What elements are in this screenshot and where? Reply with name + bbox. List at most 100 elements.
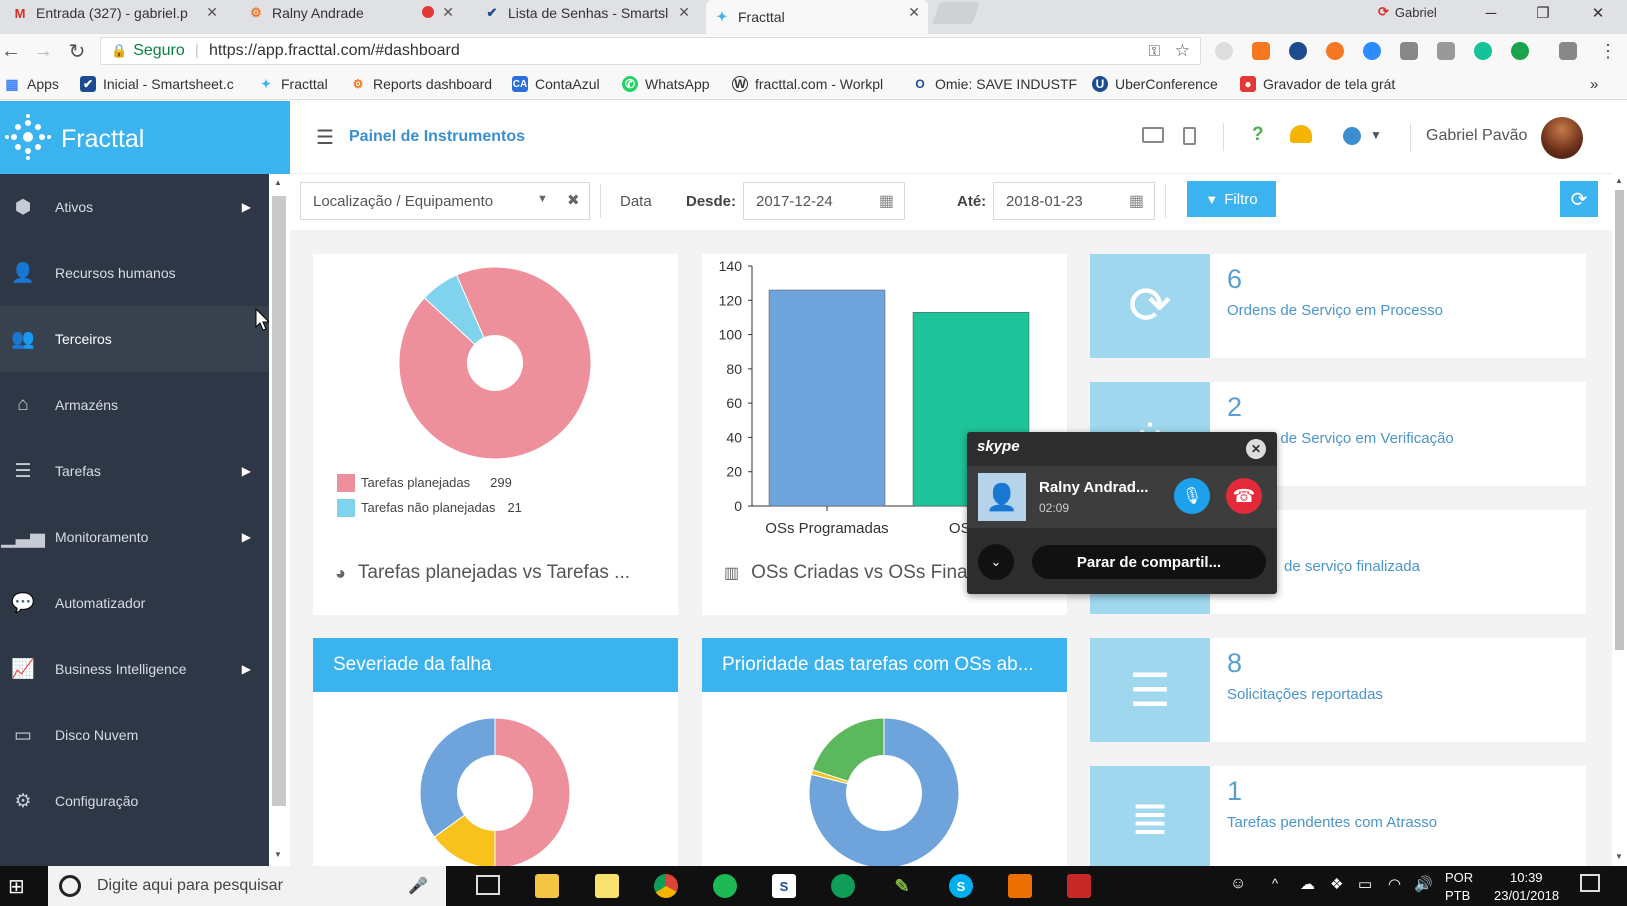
scroll-thumb[interactable] bbox=[272, 196, 286, 806]
sticky-notes-icon[interactable] bbox=[595, 874, 619, 898]
extension-icon[interactable] bbox=[1559, 42, 1577, 60]
extension-icon[interactable] bbox=[1437, 42, 1455, 60]
tablet-icon[interactable] bbox=[1183, 127, 1196, 145]
tab-fracttal[interactable]: ✦ Fracttal ✕ bbox=[706, 0, 928, 34]
stop-sharing-button[interactable]: Parar de compartil... bbox=[1032, 545, 1266, 579]
chrome-menu-icon[interactable]: ⋮ bbox=[1597, 40, 1619, 62]
smartsheet-icon[interactable]: S bbox=[772, 874, 796, 898]
bookmark-apps[interactable]: ▦ Apps bbox=[4, 76, 59, 93]
file-explorer-icon[interactable] bbox=[535, 874, 559, 898]
dropbox-icon[interactable]: ❖ bbox=[1330, 875, 1343, 893]
clock-time[interactable]: 10:39 bbox=[1510, 870, 1543, 885]
people-icon[interactable]: ☺ bbox=[1230, 875, 1246, 893]
clear-icon[interactable]: ✖ bbox=[567, 191, 580, 209]
bookmark-fracttal[interactable]: ✦ Fracttal bbox=[258, 76, 328, 92]
notification-center-icon[interactable] bbox=[1580, 874, 1600, 892]
task-view-icon[interactable] bbox=[476, 875, 500, 895]
calendar-icon[interactable]: ▦ bbox=[1129, 191, 1144, 211]
tab-gmail[interactable]: M Entrada (327) - gabriel.p ✕ bbox=[4, 0, 226, 26]
sidebar-item-ativos[interactable]: ⬢ Ativos ▶ bbox=[0, 174, 269, 240]
kpi-requests[interactable]: ☰ 8 Solicitações reportadas bbox=[1090, 638, 1586, 742]
chevron-up-icon[interactable]: ^ bbox=[1272, 876, 1278, 891]
extension-icon[interactable] bbox=[1474, 42, 1492, 60]
wifi-icon[interactable]: ◠ bbox=[1388, 875, 1401, 893]
kpi-in-process[interactable]: ⟳ 6 Ordens de Serviço em Processo bbox=[1090, 254, 1586, 358]
sidebar-item-disco-nuvem[interactable]: ▭ Disco Nuvem bbox=[0, 702, 269, 768]
onedrive-icon[interactable]: ☁ bbox=[1300, 875, 1315, 893]
app-icon[interactable]: ✎ bbox=[890, 874, 914, 898]
sidebar-item-business-intelligence[interactable]: 📈 Business Intelligence ▶ bbox=[0, 636, 269, 702]
more-bookmarks-icon[interactable]: » bbox=[1590, 76, 1598, 93]
bookmark-smartsheet[interactable]: ✔ Inicial - Smartsheet.c bbox=[80, 76, 234, 92]
dashboard-gauge-icon[interactable] bbox=[1290, 125, 1312, 143]
desde-date-input[interactable]: 2017-12-24 ▦ bbox=[743, 182, 905, 220]
lang-secondary[interactable]: PTB bbox=[1445, 888, 1470, 903]
avatar[interactable] bbox=[1541, 117, 1583, 159]
scroll-thumb[interactable] bbox=[1615, 190, 1624, 650]
sidebar-item-configuracao[interactable]: ⚙ Configuração bbox=[0, 768, 269, 834]
kpi-overdue[interactable]: ≣ 1 Tarefas pendentes com Atrasso bbox=[1090, 766, 1586, 866]
bookmark-contaazul[interactable]: CA ContaAzul bbox=[512, 76, 600, 92]
chrome-icon[interactable] bbox=[654, 874, 678, 898]
close-icon[interactable]: ✕ bbox=[206, 4, 218, 21]
extension-icon[interactable] bbox=[1289, 42, 1307, 60]
new-tab-button[interactable] bbox=[931, 2, 981, 24]
windows-start-icon[interactable]: ⊞ bbox=[8, 874, 25, 899]
scroll-down-icon[interactable]: ▼ bbox=[1615, 852, 1623, 861]
sidebar-item-automatizador[interactable]: 💬 Automatizador bbox=[0, 570, 269, 636]
sidebar-scrollbar[interactable]: ▲ ▼ bbox=[269, 174, 289, 866]
key-icon[interactable]: ⚿ bbox=[1149, 43, 1160, 60]
globe-icon[interactable] bbox=[1343, 127, 1361, 145]
tab-smartsheet[interactable]: ✔ Lista de Senhas - Smartsl ✕ bbox=[476, 0, 698, 26]
help-icon[interactable]: ? bbox=[1252, 124, 1264, 146]
bar[interactable] bbox=[768, 289, 886, 507]
refresh-button[interactable]: ⟳ bbox=[1560, 181, 1598, 217]
bookmark-workplace[interactable]: W fracttal.com - Workpl bbox=[732, 76, 883, 92]
sidebar-item-armazens[interactable]: ⌂ Armazéns bbox=[0, 372, 269, 438]
extension-icon[interactable] bbox=[1400, 42, 1418, 60]
omnibox[interactable]: 🔒 Seguro | https://app.fracttal.com/#das… bbox=[100, 37, 1201, 65]
scroll-down-icon[interactable]: ▼ bbox=[274, 850, 282, 859]
close-icon[interactable]: ✕ bbox=[908, 4, 920, 21]
extension-icon[interactable] bbox=[1252, 42, 1270, 60]
skype-icon[interactable]: S bbox=[949, 874, 973, 898]
extension-icon[interactable] bbox=[1363, 42, 1381, 60]
back-button[interactable]: ← bbox=[0, 40, 22, 62]
url-text[interactable]: https://app.fracttal.com/#dashboard bbox=[209, 42, 460, 60]
restore-button[interactable]: ❐ bbox=[1520, 0, 1566, 26]
itau-icon[interactable] bbox=[1008, 874, 1032, 898]
hangouts-icon[interactable] bbox=[831, 874, 855, 898]
bookmark-gravador[interactable]: ● Gravador de tela grát bbox=[1240, 76, 1395, 92]
sidebar-item-recursos-humanos[interactable]: 👤 Recursos humanos bbox=[0, 240, 269, 306]
close-icon[interactable]: ✕ bbox=[442, 4, 454, 21]
sidebar-item-tarefas[interactable]: ☰ Tarefas ▶ bbox=[0, 438, 269, 504]
clock-date[interactable]: 23/01/2018 bbox=[1494, 888, 1559, 903]
hamburger-menu-icon[interactable]: ☰ bbox=[316, 125, 334, 150]
taskbar-search[interactable]: Digite aqui para pesquisar 🎤 bbox=[48, 866, 446, 906]
extension-icon[interactable] bbox=[1326, 42, 1344, 60]
forward-button[interactable]: → bbox=[32, 40, 54, 62]
extension-icon[interactable] bbox=[1511, 42, 1529, 60]
chevron-down-icon[interactable]: ⌄ bbox=[978, 544, 1014, 580]
chevron-down-icon[interactable]: ▼ bbox=[1370, 128, 1382, 142]
lang-primary[interactable]: POR bbox=[1445, 870, 1473, 885]
hang-up-button[interactable]: ☎ bbox=[1226, 478, 1262, 514]
bookmark-reports[interactable]: ⚙ Reports dashboard bbox=[350, 76, 492, 92]
close-window-button[interactable]: ✕ bbox=[1575, 0, 1621, 26]
ate-date-input[interactable]: 2018-01-23 ▦ bbox=[993, 182, 1155, 220]
bookmark-omie[interactable]: O Omie: SAVE INDUSTF bbox=[912, 76, 1077, 92]
sidebar-item-monitoramento[interactable]: ▁▃▅ Monitoramento ▶ bbox=[0, 504, 269, 570]
calendar-icon[interactable]: ▦ bbox=[879, 191, 894, 211]
sidebar-item-terceiros[interactable]: 👥 Terceiros bbox=[0, 306, 269, 372]
volume-icon[interactable]: 🔊 bbox=[1414, 875, 1433, 893]
user-name[interactable]: Gabriel Pavão bbox=[1426, 127, 1527, 145]
close-icon[interactable]: ✕ bbox=[1246, 439, 1266, 459]
scroll-up-icon[interactable]: ▲ bbox=[274, 178, 282, 187]
location-equipment-select[interactable]: Localização / Equipamento ▼ ✖ bbox=[300, 182, 590, 220]
profile-button[interactable]: ⟳ Gabriel bbox=[1378, 4, 1437, 20]
acrobat-icon[interactable] bbox=[1067, 874, 1091, 898]
scroll-up-icon[interactable]: ▲ bbox=[1615, 176, 1623, 185]
page-scrollbar[interactable]: ▲ ▼ bbox=[1612, 174, 1627, 866]
star-icon[interactable]: ☆ bbox=[1175, 41, 1190, 61]
bookmark-whatsapp[interactable]: ✆ WhatsApp bbox=[622, 76, 710, 92]
